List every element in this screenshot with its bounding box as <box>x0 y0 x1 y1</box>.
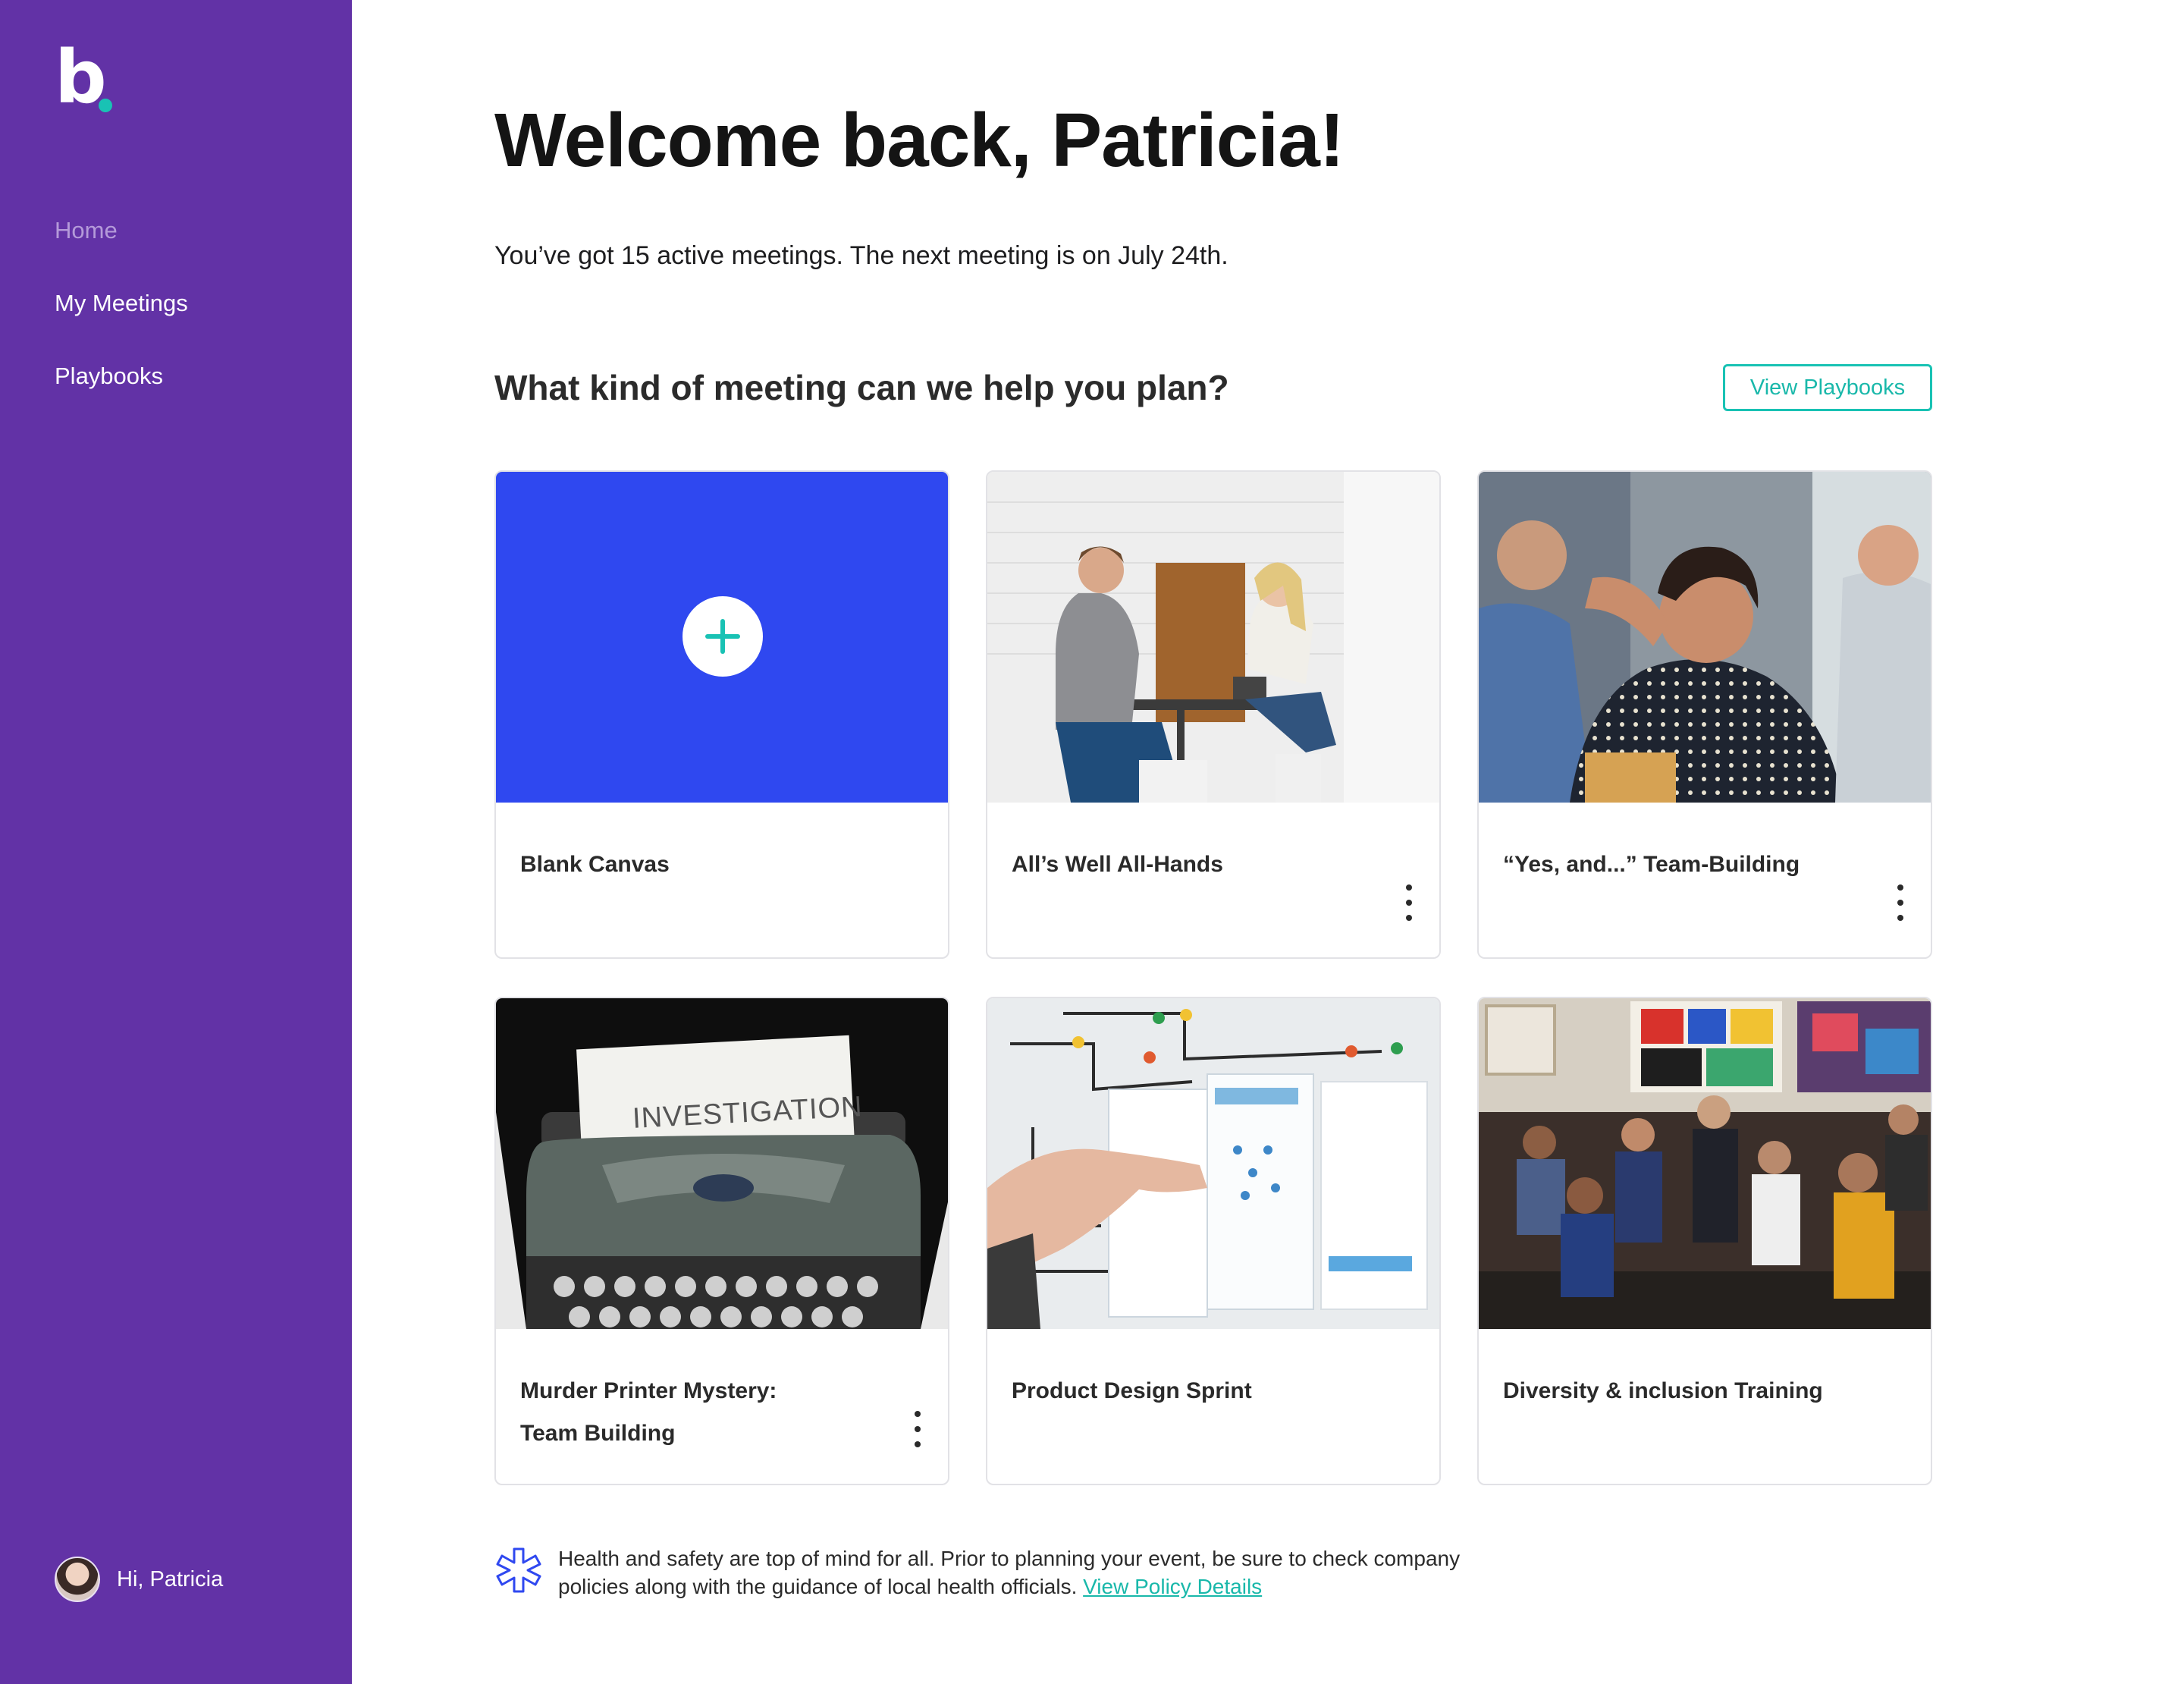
card-all-hands[interactable]: All’s Well All-Hands <box>986 470 1441 959</box>
card-diversity-training[interactable]: Diversity & inclusion Training <box>1477 997 1932 1485</box>
more-options-icon[interactable] <box>1891 884 1909 921</box>
notice-body: Health and safety are top of mind for al… <box>558 1547 1461 1598</box>
card-title: Murder Printer Mystery: Team Building <box>520 1370 884 1455</box>
nav-item-my-meetings[interactable]: My Meetings <box>55 285 188 358</box>
meeting-summary: You’ve got 15 active meetings. The next … <box>494 241 1228 270</box>
more-options-icon[interactable] <box>1400 884 1418 921</box>
card-design-sprint[interactable]: Product Design Sprint <box>986 997 1441 1485</box>
typewriter-image <box>496 998 948 1329</box>
logo-dot <box>99 99 112 112</box>
card-title-line-2: Team Building <box>520 1421 676 1446</box>
nav-item-playbooks[interactable]: Playbooks <box>55 358 188 431</box>
card-title: Blank Canvas <box>520 852 670 877</box>
office-meeting-photo <box>987 472 1439 803</box>
typewriter-photo: INVESTIGATION <box>496 998 948 1329</box>
sidebar-nav: Home My Meetings Playbooks <box>55 212 188 431</box>
add-plus-icon[interactable] <box>682 596 763 677</box>
notice-text: Health and safety are top of mind for al… <box>558 1544 1514 1601</box>
medical-star-icon <box>496 1547 541 1593</box>
card-title: Product Design Sprint <box>1012 1378 1252 1403</box>
group-discussion-photo <box>1479 998 1931 1329</box>
card-title: Diversity & inclusion Training <box>1503 1378 1823 1403</box>
card-team-building[interactable]: “Yes, and...” Team-Building <box>1477 470 1932 959</box>
diversity-training-photo <box>1479 998 1931 1329</box>
more-options-icon[interactable] <box>908 1411 927 1447</box>
design-sprint-photo <box>987 998 1439 1329</box>
team-building-photo <box>1479 472 1931 803</box>
laughing-people-photo <box>1479 472 1931 803</box>
user-profile[interactable]: Hi, Patricia <box>55 1557 223 1602</box>
card-title-line-1: Murder Printer Mystery: <box>520 1378 777 1403</box>
card-murder-mystery[interactable]: INVESTIGATION Murder Printer Mystery: Te… <box>494 997 949 1485</box>
view-policy-link[interactable]: View Policy Details <box>1083 1575 1262 1598</box>
whiteboard-photo <box>987 998 1439 1329</box>
view-playbooks-button[interactable]: View Playbooks <box>1723 364 1932 411</box>
health-safety-notice: Health and safety are top of mind for al… <box>494 1544 1514 1601</box>
card-title: All’s Well All-Hands <box>1012 852 1223 877</box>
sidebar: b Home My Meetings Playbooks Hi, Patrici… <box>0 0 352 1684</box>
app-logo[interactable]: b <box>55 41 123 120</box>
all-hands-photo <box>987 472 1439 803</box>
card-title: “Yes, and...” Team-Building <box>1503 852 1800 877</box>
blank-canvas-image <box>496 472 948 803</box>
nav-item-home[interactable]: Home <box>55 212 188 285</box>
card-blank-canvas[interactable]: Blank Canvas <box>494 470 949 959</box>
page-title: Welcome back, Patricia! <box>494 98 1345 183</box>
user-greeting: Hi, Patricia <box>117 1566 224 1591</box>
section-heading: What kind of meeting can we help you pla… <box>494 368 1229 407</box>
avatar[interactable] <box>55 1557 100 1602</box>
